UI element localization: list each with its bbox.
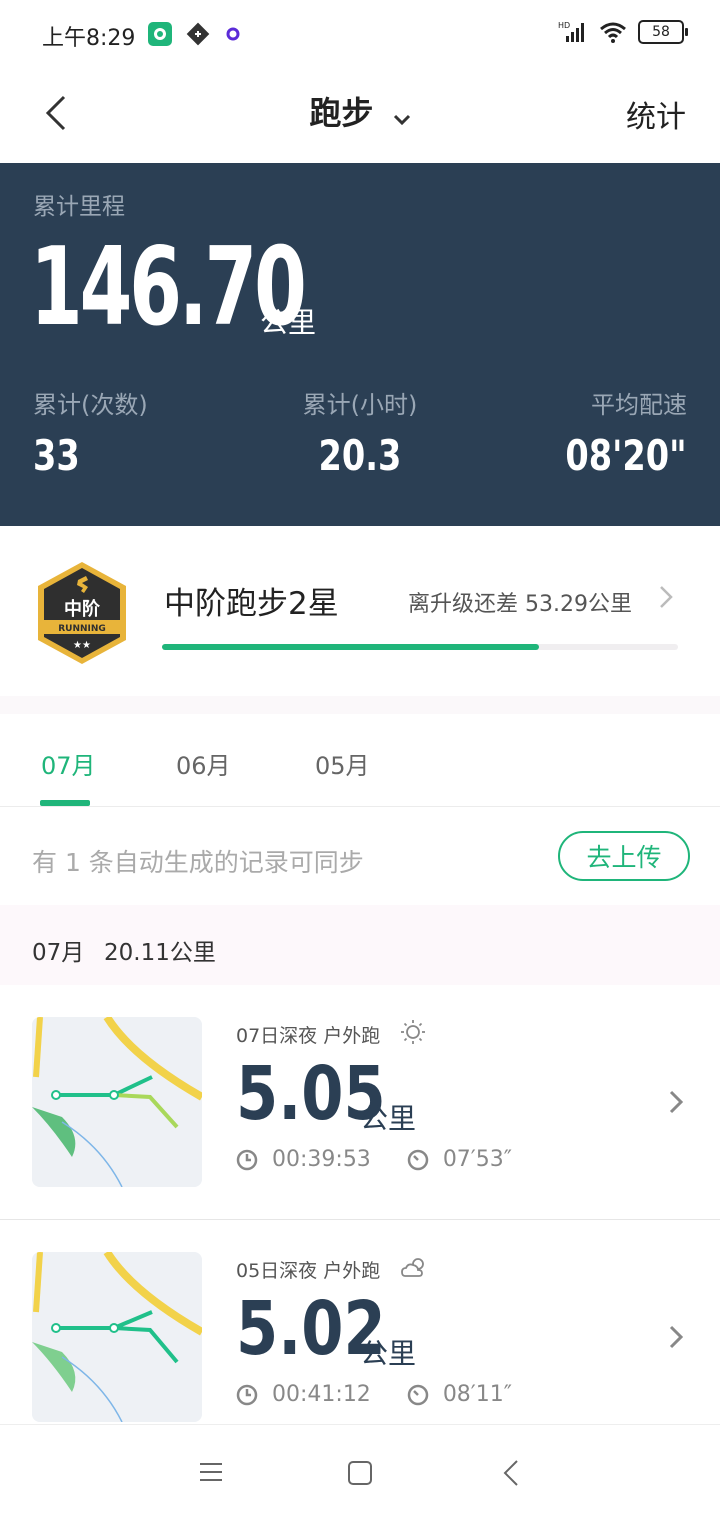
run-distance-unit: 公里 xyxy=(360,1102,417,1135)
run-record[interactable]: 07日深夜 户外跑 5.05 公里 00:39:53 07′53″ xyxy=(0,985,720,1219)
run-duration: 00:39:53 xyxy=(272,1147,371,1172)
svg-text:★★: ★★ xyxy=(73,640,91,651)
dot-notification-icon xyxy=(222,22,246,46)
menu-icon[interactable] xyxy=(198,1461,224,1483)
sync-message: 有 1 条自动生成的记录可同步 xyxy=(32,848,364,877)
battery-indicator: 58 xyxy=(638,20,688,44)
run-distance-unit: 公里 xyxy=(360,1337,417,1370)
level-progress-track xyxy=(162,644,678,650)
signal-icon: HD xyxy=(558,21,584,42)
sync-bar: 有 1 条自动生成的记录可同步 去上传 xyxy=(0,807,720,905)
cloudy-icon xyxy=(401,1258,424,1277)
badge-text: 中阶 xyxy=(64,598,101,620)
route-map-thumbnail xyxy=(32,1252,202,1422)
run-date-type: 05日深夜 户外跑 xyxy=(236,1260,381,1282)
svg-text:HD: HD xyxy=(558,21,570,30)
navigation-notification-icon xyxy=(186,22,210,46)
top-app-bar: 跑步 统计 xyxy=(0,70,720,162)
pace-icon xyxy=(407,1149,429,1170)
total-hours-value: 20.3 xyxy=(318,431,402,480)
chevron-right-icon xyxy=(660,586,673,608)
section-separator xyxy=(0,696,720,714)
chevron-right-icon xyxy=(669,1325,684,1349)
run-meta: 00:41:12 08′11″ xyxy=(236,1382,512,1407)
month-distance: 20.11公里 xyxy=(104,940,216,966)
run-pace: 08′11″ xyxy=(442,1382,513,1407)
level-name: 中阶跑步2星 xyxy=(164,586,339,622)
level-progress-fill xyxy=(162,644,539,650)
home-icon[interactable] xyxy=(347,1460,373,1486)
upload-button[interactable]: 去上传 xyxy=(558,831,690,881)
battery-level: 58 xyxy=(652,24,670,40)
back-nav-icon[interactable] xyxy=(502,1459,520,1487)
status-time: 上午8:29 xyxy=(42,26,136,51)
total-distance-label: 累计里程 xyxy=(33,194,125,220)
chevron-right-icon xyxy=(669,1090,684,1114)
level-badge-icon: 中阶 RUNNING ★★ xyxy=(38,562,126,664)
pace-icon xyxy=(407,1384,429,1405)
statistics-link[interactable]: 统计 xyxy=(626,92,686,136)
run-duration: 00:41:12 xyxy=(272,1382,371,1407)
sport-type-selector[interactable]: 跑步 xyxy=(0,88,720,134)
month-tabs: 07月 06月 05月 xyxy=(0,714,720,807)
clock-icon xyxy=(236,1384,258,1405)
month-summary: 07月 20.11公里 xyxy=(0,905,720,985)
badge-subtext: RUNNING xyxy=(58,624,106,634)
total-distance-unit: 公里 xyxy=(260,306,317,339)
tab-05[interactable]: 05月 xyxy=(315,746,370,781)
avg-pace-label: 平均配速 xyxy=(591,391,687,419)
wifi-icon xyxy=(600,22,626,43)
status-bar: 上午8:29 HD 58 xyxy=(0,0,720,70)
route-map-thumbnail xyxy=(32,1017,202,1187)
chevron-down-icon xyxy=(393,96,411,134)
page-title: 跑步 xyxy=(309,94,374,132)
avg-pace-value: 08'20" xyxy=(565,431,687,480)
active-tab-indicator xyxy=(40,800,90,806)
month-label: 07月 xyxy=(32,940,85,966)
system-nav-bar xyxy=(0,1424,720,1521)
tab-07[interactable]: 07月 xyxy=(41,746,96,781)
sunny-icon xyxy=(401,1020,425,1044)
tab-06[interactable]: 06月 xyxy=(176,746,231,781)
run-date-type: 07日深夜 户外跑 xyxy=(236,1025,381,1047)
app-notification-icon xyxy=(148,22,172,46)
run-meta: 00:39:53 07′53″ xyxy=(236,1147,512,1172)
level-remaining: 离升级还差 53.29公里 xyxy=(408,592,632,617)
clock-icon xyxy=(236,1149,258,1170)
summary-panel: 累计里程 146.70 公里 累计(次数) 33 累计(小时) 20.3 平均配… xyxy=(0,163,720,526)
status-right-group: HD 58 xyxy=(558,20,688,44)
run-record[interactable]: 05日深夜 户外跑 5.02 公里 00:41:12 08′11″ xyxy=(0,1220,720,1454)
level-section[interactable]: 中阶 RUNNING ★★ 中阶跑步2星 离升级还差 53.29公里 xyxy=(0,526,720,696)
run-pace: 07′53″ xyxy=(442,1147,513,1172)
